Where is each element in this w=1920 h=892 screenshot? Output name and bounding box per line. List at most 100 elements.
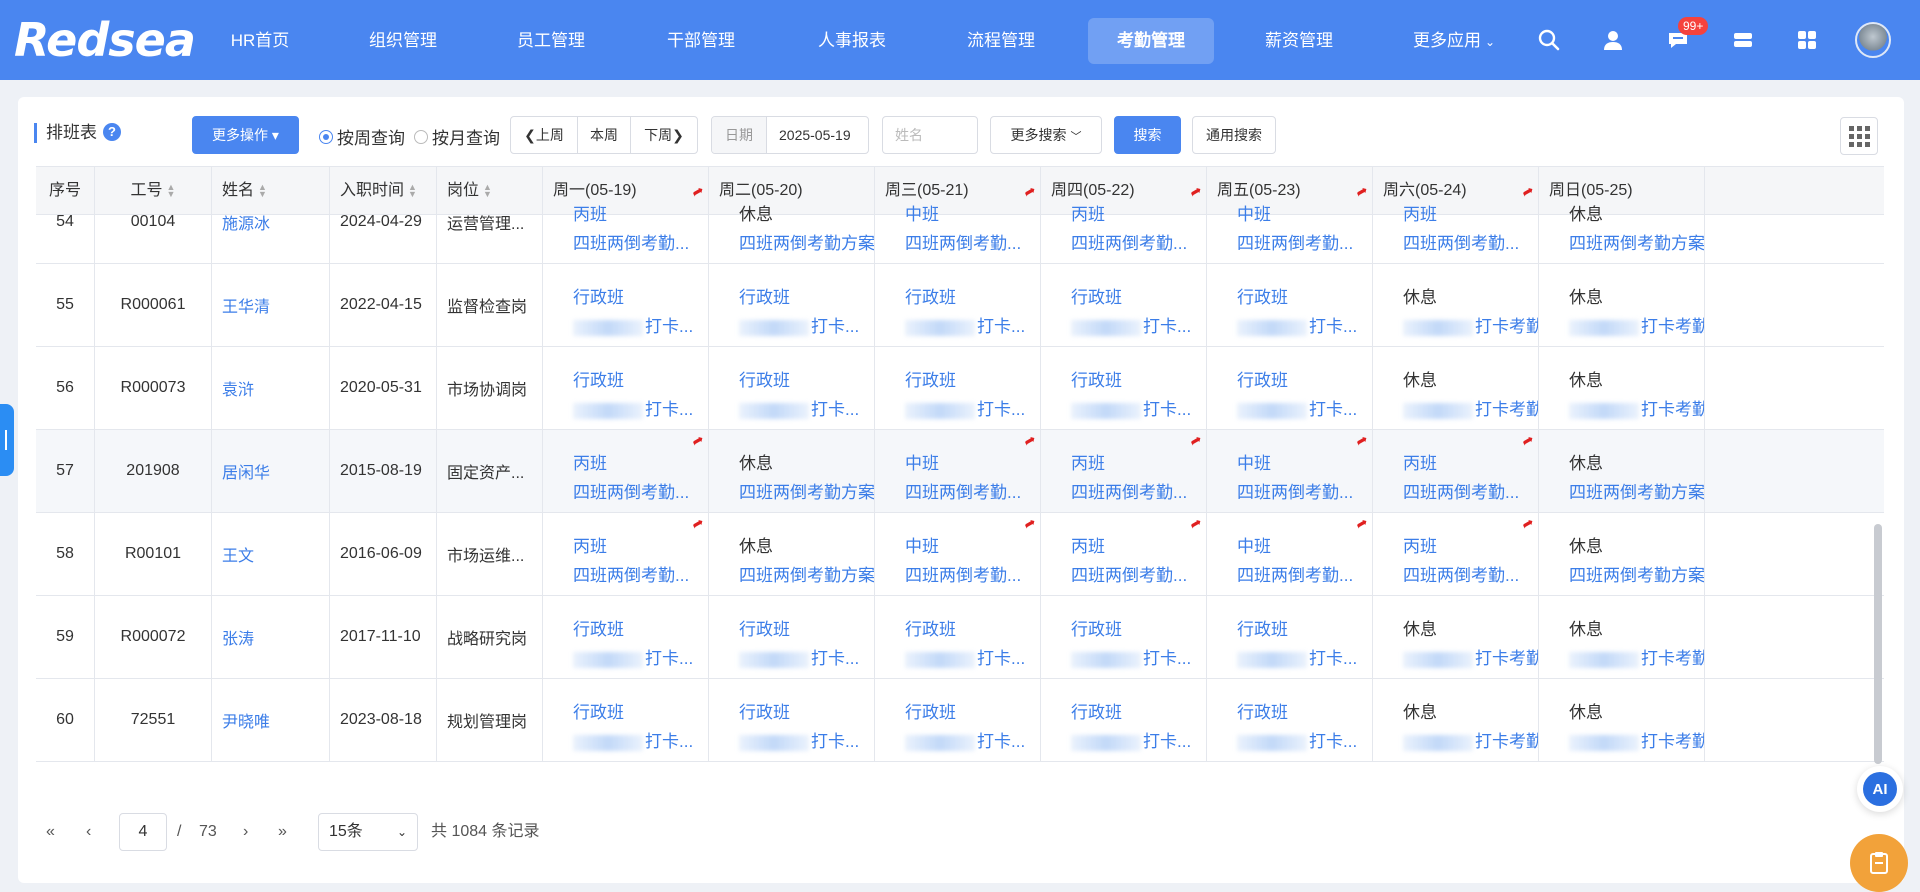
name-input[interactable]: 姓名 (882, 116, 978, 154)
next-page-icon[interactable]: › (243, 813, 248, 851)
shift-cell[interactable]: 行政班 打卡... (1207, 679, 1373, 761)
shift-cell[interactable]: 行政班 打卡... (1207, 596, 1373, 678)
next-week-button[interactable]: 下周❯ (630, 116, 698, 154)
page-size-select[interactable]: 15条 ⌄ (318, 813, 418, 851)
side-drawer-handle[interactable] (0, 404, 14, 476)
brand-logo[interactable]: Redsea (14, 17, 196, 63)
nav-cadre[interactable]: 干部管理 (650, 18, 752, 64)
shift-cell[interactable]: 丙班 四班两倒考勤... ➦ (1041, 513, 1207, 595)
shift-cell[interactable]: 行政班 打卡... (709, 679, 875, 761)
page-number-input[interactable]: 4 (119, 813, 167, 851)
nav-hr-home[interactable]: HR首页 (216, 18, 304, 64)
shift-cell[interactable]: 行政班 打卡... (1041, 679, 1207, 761)
vertical-scrollbar[interactable] (1874, 524, 1882, 764)
cell-name[interactable]: 袁浒 (212, 347, 330, 429)
shift-cell[interactable]: 丙班 四班两倒考勤... ➦ (1041, 430, 1207, 512)
shift-cell[interactable]: 行政班 打卡... (543, 679, 709, 761)
shift-cell[interactable]: 休息 四班两倒考勤方案 (709, 430, 875, 512)
table-row[interactable]: 60 72551 尹晓唯 2023-08-18 规划管理岗 行政班 打卡... 行政班 打卡..… (36, 679, 1884, 762)
shift-cell[interactable]: 休息 打卡考勤 (1373, 679, 1539, 761)
shift-cell[interactable]: 行政班 打卡... (709, 264, 875, 346)
search-button[interactable]: 搜索 (1114, 116, 1181, 154)
shift-cell[interactable]: 中班 四班两倒考勤... ➦ (1207, 181, 1373, 263)
more-operations-button[interactable]: 更多操作 ▾ (192, 116, 299, 154)
shift-cell[interactable]: 休息 四班两倒考勤方案 (709, 181, 875, 263)
shift-cell[interactable]: 行政班 打卡... (1041, 264, 1207, 346)
shift-cell[interactable]: 行政班 打卡... (1041, 596, 1207, 678)
cell-name[interactable]: 张涛 (212, 596, 330, 678)
table-row[interactable]: 59 R000072 张涛 2017-11-10 战略研究岗 行政班 打卡... 行政班 打卡.… (36, 596, 1884, 679)
server-icon[interactable] (1729, 26, 1757, 54)
ai-assistant-button[interactable]: AI (1857, 766, 1903, 812)
shift-cell[interactable]: 行政班 打卡... (875, 347, 1041, 429)
shift-cell[interactable]: 行政班 打卡... (1207, 347, 1373, 429)
shift-cell[interactable]: 休息 打卡考勤 (1539, 347, 1705, 429)
cell-name[interactable]: 施源冰 (212, 181, 330, 263)
shift-cell[interactable]: 丙班 四班两倒考勤... ➦ (1373, 181, 1539, 263)
shift-cell[interactable]: 丙班 四班两倒考勤... ➦ (543, 513, 709, 595)
shift-cell[interactable]: 行政班 打卡... (1041, 347, 1207, 429)
prev-page-icon[interactable]: ‹ (86, 813, 91, 851)
column-settings-icon[interactable] (1840, 117, 1878, 155)
shift-cell[interactable]: 行政班 打卡... (875, 679, 1041, 761)
shift-cell[interactable]: 行政班 打卡... (1207, 264, 1373, 346)
shift-cell[interactable]: 中班 四班两倒考勤... ➦ (1207, 513, 1373, 595)
cell-name[interactable]: 王文 (212, 513, 330, 595)
shift-cell[interactable]: 休息 四班两倒考勤方案 (1539, 513, 1705, 595)
shift-cell[interactable]: 丙班 四班两倒考勤... ➦ (1373, 430, 1539, 512)
clipboard-icon[interactable] (1850, 834, 1908, 892)
nav-hr-report[interactable]: 人事报表 (800, 18, 904, 64)
nav-process[interactable]: 流程管理 (950, 18, 1052, 64)
more-search-button[interactable]: 更多搜索 ﹀ (990, 116, 1102, 154)
shift-cell[interactable]: 行政班 打卡... (543, 347, 709, 429)
shift-cell[interactable]: 休息 四班两倒考勤方案 (1539, 430, 1705, 512)
shift-cell[interactable]: 休息 打卡考勤 (1373, 264, 1539, 346)
radio-week-query[interactable]: 按周查询 (319, 124, 405, 149)
shift-cell[interactable]: 行政班 打卡... (875, 596, 1041, 678)
radio-month-query[interactable]: 按月查询 (414, 124, 500, 149)
first-page-icon[interactable]: « (46, 813, 55, 851)
shift-cell[interactable]: 丙班 四班两倒考勤... ➦ (1373, 513, 1539, 595)
apps-grid-icon[interactable] (1793, 26, 1821, 54)
shift-cell[interactable]: 丙班 四班两倒考勤... ➦ (543, 181, 709, 263)
this-week-button[interactable]: 本周 (577, 116, 631, 154)
shift-cell[interactable]: 行政班 打卡... (709, 347, 875, 429)
shift-cell[interactable]: 行政班 打卡... (543, 264, 709, 346)
cell-name[interactable]: 王华清 (212, 264, 330, 346)
table-row[interactable]: 56 R000073 袁浒 2020-05-31 市场协调岗 行政班 打卡... 行政班 打卡.… (36, 347, 1884, 430)
shift-cell[interactable]: 中班 四班两倒考勤... ➦ (1207, 430, 1373, 512)
table-row[interactable]: 58 R00101 王文 2016-06-09 市场运维... 丙班 四班两倒考勤... ➦ 休… (36, 513, 1884, 596)
cell-name[interactable]: 尹晓唯 (212, 679, 330, 761)
shift-cell[interactable]: 休息 打卡考勤 (1373, 347, 1539, 429)
nav-attendance[interactable]: 考勤管理 (1088, 18, 1214, 64)
general-search-button[interactable]: 通用搜索 (1192, 116, 1276, 154)
shift-cell[interactable]: 行政班 打卡... (543, 596, 709, 678)
table-row[interactable]: 55 R000061 王华清 2022-04-15 监督检查岗 行政班 打卡... 行政班 打卡… (36, 264, 1884, 347)
shift-cell[interactable]: 休息 打卡考勤 (1373, 596, 1539, 678)
nav-more-apps[interactable]: 更多应用 ⌄ (1395, 18, 1513, 64)
nav-org[interactable]: 组织管理 (352, 18, 454, 64)
cell-name[interactable]: 居闲华 (212, 430, 330, 512)
shift-cell[interactable]: 中班 四班两倒考勤... ➦ (875, 181, 1041, 263)
prev-week-button[interactable]: ❮上周 (510, 116, 578, 154)
shift-cell[interactable]: 休息 打卡考勤 (1539, 679, 1705, 761)
date-field[interactable]: 日期 2025-05-19 (711, 116, 869, 154)
avatar[interactable] (1855, 22, 1891, 58)
shift-cell[interactable]: 中班 四班两倒考勤... ➦ (875, 430, 1041, 512)
shift-cell[interactable]: 休息 四班两倒考勤方案 (709, 513, 875, 595)
shift-cell[interactable]: 中班 四班两倒考勤... ➦ (875, 513, 1041, 595)
search-icon[interactable] (1535, 26, 1563, 54)
shift-cell[interactable]: 丙班 四班两倒考勤... ➦ (543, 430, 709, 512)
shift-cell[interactable]: 行政班 打卡... (875, 264, 1041, 346)
shift-cell[interactable]: 行政班 打卡... (709, 596, 875, 678)
shift-cell[interactable]: 休息 打卡考勤 (1539, 596, 1705, 678)
help-icon[interactable]: ? (103, 123, 121, 141)
last-page-icon[interactable]: » (278, 813, 287, 851)
shift-cell[interactable]: 休息 打卡考勤 (1539, 264, 1705, 346)
nav-salary[interactable]: 薪资管理 (1248, 18, 1350, 64)
user-icon[interactable] (1599, 26, 1627, 54)
shift-cell[interactable]: 丙班 四班两倒考勤... ➦ (1041, 181, 1207, 263)
nav-employee[interactable]: 员工管理 (502, 18, 600, 64)
table-row[interactable]: 57 201908 居闲华 2015-08-19 固定资产... 丙班 四班两倒考勤... ➦… (36, 430, 1884, 513)
table-row[interactable]: 54 00104 施源冰 2024-04-29 运营管理... 丙班 四班两倒考勤... ➦ 休… (36, 181, 1884, 264)
